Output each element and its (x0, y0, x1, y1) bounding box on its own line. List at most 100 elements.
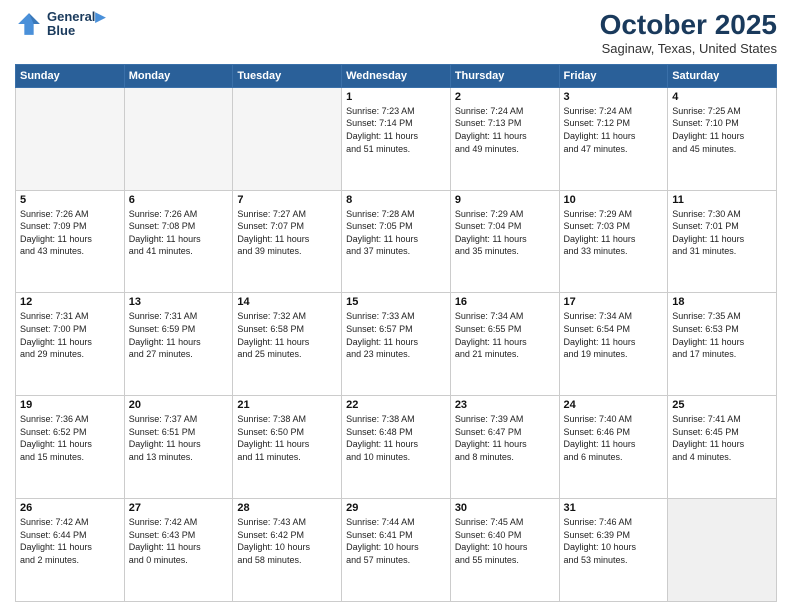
calendar-header-monday: Monday (124, 64, 233, 87)
day-number: 20 (129, 399, 229, 411)
day-number: 15 (346, 296, 446, 308)
calendar-day: 7Sunrise: 7:27 AM Sunset: 7:07 PM Daylig… (233, 190, 342, 293)
calendar-day: 5 Sunrise: 7:26 AM Sunset: 7:09 PM Daylig… (16, 190, 125, 293)
calendar-day: 18 Sunrise: 7:35 AM Sunset: 6:53 PM Dayli… (668, 293, 777, 396)
calendar-day: 31 Sunrise: 7:46 AM Sunset: 6:39 PM Dayli… (559, 499, 668, 602)
day-info: Sunrise: 7:25 AM Sunset: 7:10 PM Dayligh… (672, 105, 772, 155)
day-number: 16 (455, 296, 555, 308)
calendar-header-thursday: Thursday (450, 64, 559, 87)
day-info: Sunrise: 7:39 AM Sunset: 6:47 PM Dayligh… (455, 413, 555, 463)
calendar-day: 12Sunrise: 7:31 AM Sunset: 7:00 PM Dayli… (16, 293, 125, 396)
day-info: Sunrise: 7:34 AM Sunset: 6:54 PM Dayligh… (564, 310, 664, 360)
day-info: Sunrise: 7:26 AM Sunset: 7:08 PM Dayligh… (129, 208, 229, 258)
day-info: Sunrise: 7:42 AM Sunset: 6:43 PM Dayligh… (129, 516, 229, 566)
calendar-day: 17Sunrise: 7:34 AM Sunset: 6:54 PM Dayli… (559, 293, 668, 396)
calendar-day: 3 Sunrise: 7:24 AM Sunset: 7:12 PM Daylig… (559, 87, 668, 190)
logo: General▶ Blue (15, 10, 105, 39)
calendar-table: SundayMondayTuesdayWednesdayThursdayFrid… (15, 64, 777, 602)
day-number: 6 (129, 194, 229, 206)
calendar-day: 8 Sunrise: 7:28 AM Sunset: 7:05 PM Daylig… (342, 190, 451, 293)
day-number: 10 (564, 194, 664, 206)
day-number: 26 (20, 502, 120, 514)
calendar-week-row: 5 Sunrise: 7:26 AM Sunset: 7:09 PM Daylig… (16, 190, 777, 293)
day-number: 3 (564, 91, 664, 103)
day-number: 24 (564, 399, 664, 411)
calendar-day: 11Sunrise: 7:30 AM Sunset: 7:01 PM Dayli… (668, 190, 777, 293)
header: General▶ Blue October 2025 Saginaw, Texa… (15, 10, 777, 56)
day-number: 5 (20, 194, 120, 206)
main-title: October 2025 (600, 10, 777, 41)
day-info: Sunrise: 7:45 AM Sunset: 6:40 PM Dayligh… (455, 516, 555, 566)
logo-text: General▶ Blue (47, 10, 105, 39)
day-info: Sunrise: 7:31 AM Sunset: 6:59 PM Dayligh… (129, 310, 229, 360)
calendar-day: 30 Sunrise: 7:45 AM Sunset: 6:40 PM Dayli… (450, 499, 559, 602)
calendar-day: 27 Sunrise: 7:42 AM Sunset: 6:43 PM Dayli… (124, 499, 233, 602)
calendar-day: 21 Sunrise: 7:38 AM Sunset: 6:50 PM Dayli… (233, 396, 342, 499)
day-info: Sunrise: 7:23 AM Sunset: 7:14 PM Dayligh… (346, 105, 446, 155)
calendar-day: 28 Sunrise: 7:43 AM Sunset: 6:42 PM Dayli… (233, 499, 342, 602)
calendar-day: 22 Sunrise: 7:38 AM Sunset: 6:48 PM Dayli… (342, 396, 451, 499)
day-info: Sunrise: 7:46 AM Sunset: 6:39 PM Dayligh… (564, 516, 664, 566)
day-info: Sunrise: 7:24 AM Sunset: 7:12 PM Dayligh… (564, 105, 664, 155)
day-number: 7 (237, 194, 337, 206)
calendar-week-row: 12Sunrise: 7:31 AM Sunset: 7:00 PM Dayli… (16, 293, 777, 396)
day-info: Sunrise: 7:41 AM Sunset: 6:45 PM Dayligh… (672, 413, 772, 463)
day-number: 25 (672, 399, 772, 411)
day-number: 22 (346, 399, 446, 411)
calendar-day: 6 Sunrise: 7:26 AM Sunset: 7:08 PM Daylig… (124, 190, 233, 293)
day-info: Sunrise: 7:28 AM Sunset: 7:05 PM Dayligh… (346, 208, 446, 258)
calendar-day: 14 Sunrise: 7:32 AM Sunset: 6:58 PM Dayli… (233, 293, 342, 396)
calendar-header-sunday: Sunday (16, 64, 125, 87)
day-number: 2 (455, 91, 555, 103)
calendar-day (668, 499, 777, 602)
day-info: Sunrise: 7:35 AM Sunset: 6:53 PM Dayligh… (672, 310, 772, 360)
calendar-day: 1Sunrise: 7:23 AM Sunset: 7:14 PM Daylig… (342, 87, 451, 190)
calendar-day: 15 Sunrise: 7:33 AM Sunset: 6:57 PM Dayli… (342, 293, 451, 396)
day-number: 8 (346, 194, 446, 206)
day-info: Sunrise: 7:26 AM Sunset: 7:09 PM Dayligh… (20, 208, 120, 258)
calendar-header-friday: Friday (559, 64, 668, 87)
calendar-day: 2 Sunrise: 7:24 AM Sunset: 7:13 PM Daylig… (450, 87, 559, 190)
day-number: 14 (237, 296, 337, 308)
day-number: 11 (672, 194, 772, 206)
day-info: Sunrise: 7:36 AM Sunset: 6:52 PM Dayligh… (20, 413, 120, 463)
day-number: 4 (672, 91, 772, 103)
day-number: 21 (237, 399, 337, 411)
day-info: Sunrise: 7:24 AM Sunset: 7:13 PM Dayligh… (455, 105, 555, 155)
day-info: Sunrise: 7:44 AM Sunset: 6:41 PM Dayligh… (346, 516, 446, 566)
calendar-week-row: 1Sunrise: 7:23 AM Sunset: 7:14 PM Daylig… (16, 87, 777, 190)
day-info: Sunrise: 7:29 AM Sunset: 7:04 PM Dayligh… (455, 208, 555, 258)
day-number: 29 (346, 502, 446, 514)
logo-icon (15, 10, 43, 38)
day-info: Sunrise: 7:40 AM Sunset: 6:46 PM Dayligh… (564, 413, 664, 463)
calendar-day: 13 Sunrise: 7:31 AM Sunset: 6:59 PM Dayli… (124, 293, 233, 396)
day-info: Sunrise: 7:34 AM Sunset: 6:55 PM Dayligh… (455, 310, 555, 360)
calendar-day (16, 87, 125, 190)
day-number: 19 (20, 399, 120, 411)
calendar-day: 24 Sunrise: 7:40 AM Sunset: 6:46 PM Dayli… (559, 396, 668, 499)
day-number: 18 (672, 296, 772, 308)
calendar-day (124, 87, 233, 190)
day-number: 13 (129, 296, 229, 308)
calendar-day: 9Sunrise: 7:29 AM Sunset: 7:04 PM Daylig… (450, 190, 559, 293)
subtitle: Saginaw, Texas, United States (600, 41, 777, 56)
calendar-week-row: 19 Sunrise: 7:36 AM Sunset: 6:52 PM Dayli… (16, 396, 777, 499)
calendar-day: 10Sunrise: 7:29 AM Sunset: 7:03 PM Dayli… (559, 190, 668, 293)
calendar-week-row: 26Sunrise: 7:42 AM Sunset: 6:44 PM Dayli… (16, 499, 777, 602)
calendar-header-tuesday: Tuesday (233, 64, 342, 87)
day-info: Sunrise: 7:43 AM Sunset: 6:42 PM Dayligh… (237, 516, 337, 566)
calendar-header-row: SundayMondayTuesdayWednesdayThursdayFrid… (16, 64, 777, 87)
calendar-day: 4 Sunrise: 7:25 AM Sunset: 7:10 PM Daylig… (668, 87, 777, 190)
day-number: 12 (20, 296, 120, 308)
calendar-day: 25 Sunrise: 7:41 AM Sunset: 6:45 PM Dayli… (668, 396, 777, 499)
day-info: Sunrise: 7:33 AM Sunset: 6:57 PM Dayligh… (346, 310, 446, 360)
day-info: Sunrise: 7:38 AM Sunset: 6:48 PM Dayligh… (346, 413, 446, 463)
day-info: Sunrise: 7:32 AM Sunset: 6:58 PM Dayligh… (237, 310, 337, 360)
calendar-day: 26Sunrise: 7:42 AM Sunset: 6:44 PM Dayli… (16, 499, 125, 602)
day-number: 28 (237, 502, 337, 514)
day-number: 31 (564, 502, 664, 514)
day-number: 30 (455, 502, 555, 514)
calendar-day: 20Sunrise: 7:37 AM Sunset: 6:51 PM Dayli… (124, 396, 233, 499)
day-number: 27 (129, 502, 229, 514)
day-info: Sunrise: 7:38 AM Sunset: 6:50 PM Dayligh… (237, 413, 337, 463)
